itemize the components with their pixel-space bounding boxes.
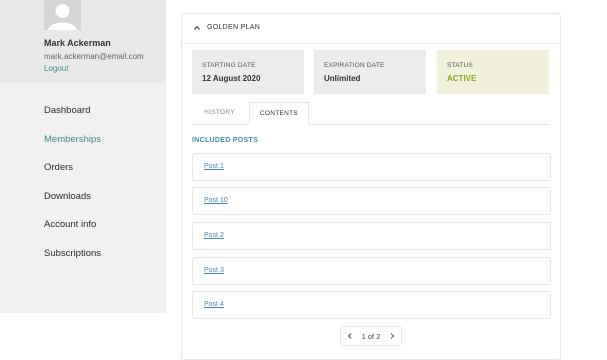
list-item: Post 2 (192, 222, 551, 250)
nav-item-downloads[interactable]: Downloads (44, 190, 101, 219)
account-sidebar: Mark Ackerman mark.ackerman@email.com Lo… (0, 0, 166, 313)
list-item: Post 4 (192, 291, 551, 319)
membership-panel: GOLDEN PLAN STARTING DATE 12 August 2020… (181, 13, 561, 360)
plan-title: GOLDEN PLAN (207, 24, 261, 31)
user-card: Mark Ackerman mark.ackerman@email.com Lo… (0, 0, 166, 83)
nav-item-dashboard[interactable]: Dashboard (44, 104, 101, 133)
nav-item-subscriptions[interactable]: Subscriptions (44, 247, 101, 276)
list-item: Post 10 (192, 187, 551, 215)
starting-date-box: STARTING DATE 12 August 2020 (192, 50, 304, 94)
post-link[interactable]: Post 3 (204, 267, 224, 274)
expiration-date-box: EXPIRATION DATE Unlimited (314, 50, 426, 94)
starting-date-value: 12 August 2020 (202, 74, 261, 83)
starting-date-label: STARTING DATE (202, 62, 256, 69)
post-link[interactable]: Post 4 (204, 301, 224, 308)
status-label: STATUS (447, 62, 473, 69)
user-email: mark.ackerman@email.com (44, 52, 144, 61)
expiration-date-value: Unlimited (324, 74, 361, 83)
post-link[interactable]: Post 1 (204, 163, 224, 170)
expiration-date-label: EXPIRATION DATE (324, 62, 385, 69)
tab-history[interactable]: HISTORY (192, 102, 247, 123)
status-box: STATUS ACTIVE (437, 50, 549, 94)
tab-contents[interactable]: CONTENTS (249, 102, 309, 125)
user-name: Mark Ackerman (44, 38, 111, 48)
logout-link[interactable]: Logout (44, 64, 68, 73)
list-item: Post 3 (192, 257, 551, 285)
included-posts-heading: INCLUDED POSTS (192, 137, 259, 144)
nav-item-orders[interactable]: Orders (44, 161, 101, 190)
avatar (44, 0, 81, 30)
membership-tabs: HISTORY CONTENTS (192, 102, 550, 125)
post-link[interactable]: Post 2 (204, 232, 224, 239)
chevron-right-icon[interactable] (388, 332, 396, 340)
nav-item-memberships[interactable]: Memberships (44, 133, 101, 162)
post-link[interactable]: Post 10 (204, 197, 228, 204)
nav-item-account-info[interactable]: Account info (44, 218, 101, 247)
user-silhouette-icon (44, 0, 81, 30)
pagination: 1 of 2 (340, 326, 402, 346)
plan-header[interactable]: GOLDEN PLAN (182, 14, 560, 44)
chevron-up-icon[interactable] (194, 25, 200, 31)
status-badge: ACTIVE (447, 74, 477, 83)
account-nav: Dashboard Memberships Orders Downloads A… (44, 104, 101, 275)
list-item: Post 1 (192, 153, 551, 181)
